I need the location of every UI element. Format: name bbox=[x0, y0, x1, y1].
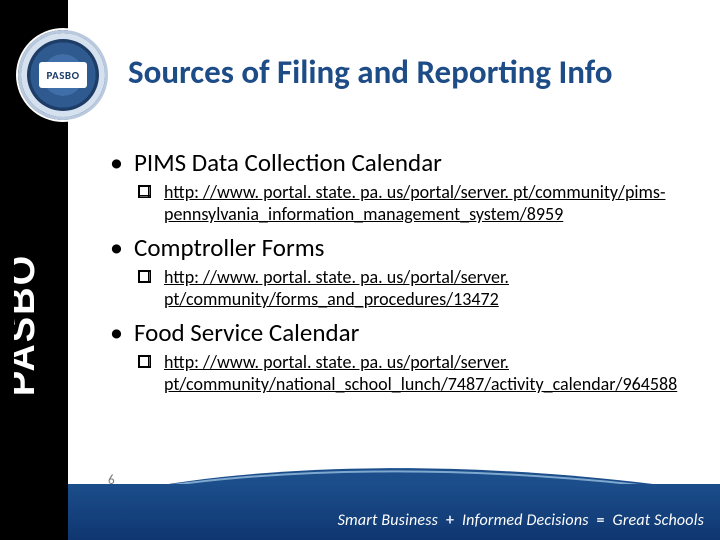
item-link-row: http: //www. portal. state. pa. us/porta… bbox=[104, 352, 694, 395]
item-link[interactable]: http: //www. portal. state. pa. us/porta… bbox=[164, 181, 665, 225]
tagline-part: Great Schools bbox=[613, 511, 704, 530]
slide: PASBO PASBO Sources of Filing and Report… bbox=[0, 0, 720, 540]
slide-title: Sources of Filing and Reporting Info bbox=[128, 52, 698, 92]
plus-icon: + bbox=[442, 511, 458, 530]
item-heading: Comptroller Forms bbox=[104, 233, 694, 263]
brand-acronym-text: PASBO bbox=[14, 254, 43, 396]
list-item: Food Service Calendar http: //www. porta… bbox=[104, 318, 694, 395]
tagline-part: Informed Decisions bbox=[462, 511, 589, 530]
brand-seal-icon: PASBO bbox=[18, 30, 108, 120]
checkbox-bullet-icon bbox=[138, 185, 151, 198]
page-number: 6 bbox=[108, 473, 115, 488]
checkbox-bullet-icon bbox=[138, 270, 151, 283]
seal-label: PASBO bbox=[39, 62, 87, 88]
equals-icon: = bbox=[593, 511, 609, 530]
list-item: Comptroller Forms http: //www. portal. s… bbox=[104, 233, 694, 310]
item-heading: Food Service Calendar bbox=[104, 318, 694, 348]
tagline-part: Smart Business bbox=[338, 511, 439, 530]
slide-body: PIMS Data Collection Calendar http: //ww… bbox=[104, 148, 694, 404]
item-link[interactable]: http: //www. portal. state. pa. us/porta… bbox=[164, 351, 677, 395]
item-heading: PIMS Data Collection Calendar bbox=[104, 148, 694, 178]
item-link[interactable]: http: //www. portal. state. pa. us/porta… bbox=[164, 266, 509, 310]
brand-vertical: PASBO bbox=[0, 175, 68, 480]
item-link-row: http: //www. portal. state. pa. us/porta… bbox=[104, 182, 694, 225]
list-item: PIMS Data Collection Calendar http: //ww… bbox=[104, 148, 694, 225]
checkbox-bullet-icon bbox=[138, 355, 151, 368]
footer-tagline: Smart Business + Informed Decisions = Gr… bbox=[338, 511, 704, 530]
item-link-row: http: //www. portal. state. pa. us/porta… bbox=[104, 267, 694, 310]
